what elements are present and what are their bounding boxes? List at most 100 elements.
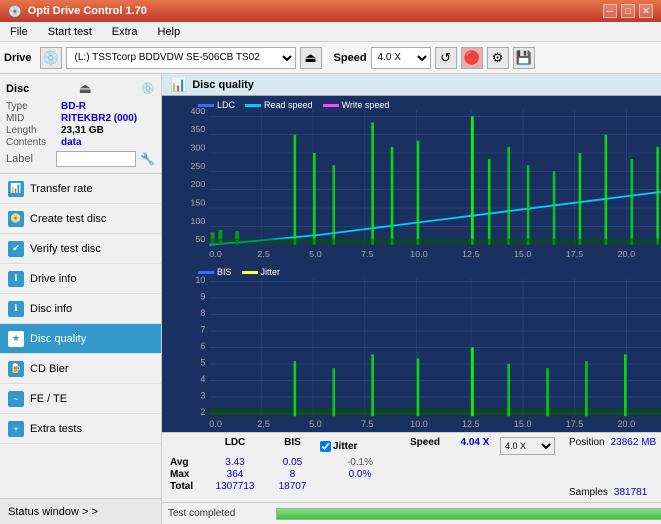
titlebar-controls[interactable]: ─ □ ✕ [603, 4, 653, 18]
speed-select[interactable]: 4.0 X [371, 47, 431, 69]
sidebar-item-extra-tests[interactable]: + Extra tests [0, 414, 161, 444]
stats-col-ldc: LDC [205, 437, 265, 455]
sidebar-label-drive-info: Drive info [30, 273, 76, 285]
legend-readspeed-color [245, 104, 261, 107]
stats-total-bis: 18707 [265, 481, 320, 492]
stats-col-speed-val: 4.04 X [450, 437, 500, 455]
app-icon: 💿 [8, 5, 22, 18]
maximize-button[interactable]: □ [621, 4, 635, 18]
top-chart-legend: LDC Read speed Write speed [194, 98, 393, 112]
drive-select[interactable]: (L:) TSSTcorp BDDVDW SE-506CB TS02 [66, 47, 296, 69]
menu-help[interactable]: Help [151, 24, 186, 40]
disc-mid-row: MID RITEKBR2 (000) [6, 113, 155, 124]
stats-total-row: Total 1307713 18707 [170, 481, 555, 492]
save-button[interactable]: 💾 [513, 47, 535, 69]
toolbar: Drive 💿 (L:) TSSTcorp BDDVDW SE-506CB TS… [0, 42, 661, 74]
content-area: 📊 Disc quality LDC Read speed [162, 74, 661, 524]
stats-max-row: Max 364 8 0.0% [170, 469, 555, 480]
disc-eject-icon[interactable]: ⏏ [79, 80, 92, 97]
svg-text:9: 9 [200, 291, 205, 301]
stats-col-jitter: Jitter [333, 441, 357, 452]
sidebar-item-fe-te[interactable]: ~ FE / TE [0, 384, 161, 414]
svg-text:15.0: 15.0 [514, 249, 532, 259]
stats-max-jitter: 0.0% [320, 469, 400, 480]
sidebar-label-transfer-rate: Transfer rate [30, 183, 93, 195]
disc-mid-label: MID [6, 113, 61, 124]
sidebar-label-create-test-disc: Create test disc [30, 213, 106, 225]
extra-tests-icon: + [8, 421, 24, 437]
status-window-label: Status window > > [8, 506, 98, 518]
progress-bar-inner [277, 509, 661, 519]
legend-jitter-color [242, 271, 258, 274]
sidebar-item-drive-info[interactable]: ℹ Drive info [0, 264, 161, 294]
disc-type-row: Type BD-R [6, 101, 155, 112]
sidebar-label-verify-test-disc: Verify test disc [30, 243, 101, 255]
svg-text:5: 5 [200, 357, 205, 367]
svg-text:6: 6 [200, 341, 205, 351]
progress-bar-outer [276, 508, 661, 520]
svg-text:2.5: 2.5 [257, 419, 270, 429]
legend-ldc: LDC [198, 100, 235, 110]
sidebar-item-disc-info[interactable]: ℹ Disc info [0, 294, 161, 324]
sidebar-item-verify-test-disc[interactable]: ✔ Verify test disc [0, 234, 161, 264]
top-chart-svg: 400 350 300 250 200 150 100 50 18X 16X 1… [164, 98, 661, 263]
svg-text:2: 2 [200, 407, 205, 417]
svg-text:4: 4 [200, 374, 205, 384]
close-button[interactable]: ✕ [639, 4, 653, 18]
disc-label-edit-icon[interactable]: 🔧 [140, 152, 155, 166]
drive-icon: 💿 [40, 47, 62, 69]
refresh-button[interactable]: ↺ [435, 47, 457, 69]
status-window-button[interactable]: Status window > > [0, 498, 161, 524]
burn-button[interactable]: 🔴 [461, 47, 483, 69]
create-test-disc-icon: 📀 [8, 211, 24, 227]
disc-contents-label: Contents [6, 137, 61, 148]
svg-text:17.5: 17.5 [566, 419, 584, 429]
stats-max-ldc: 364 [205, 469, 265, 480]
sidebar-label-fe-te: FE / TE [30, 393, 67, 405]
minimize-button[interactable]: ─ [603, 4, 617, 18]
disc-quality-icon: ★ [8, 331, 24, 347]
disc-length-label: Length [6, 125, 61, 136]
disc-length-value: 23,31 GB [61, 125, 104, 136]
disc-label-row: Label 🔧 [6, 151, 155, 167]
sidebar-item-create-test-disc[interactable]: 📀 Create test disc [0, 204, 161, 234]
stats-avg-jitter: -0.1% [320, 457, 400, 468]
fe-te-icon: ~ [8, 391, 24, 407]
legend-jitter: Jitter [242, 267, 281, 277]
menubar: File Start test Extra Help [0, 22, 661, 42]
stats-avg-ldc: 3.43 [205, 457, 265, 468]
progress-label: Test completed [168, 508, 268, 519]
app-title: Opti Drive Control 1.70 [28, 5, 147, 17]
disc-label-input[interactable] [56, 151, 136, 167]
settings-button[interactable]: ⚙ [487, 47, 509, 69]
stats-samples-value: 381781 [614, 487, 647, 498]
progress-area: Test completed 100.0% 26:42 [162, 502, 661, 524]
sidebar-item-cd-bier[interactable]: 🍺 CD Bier [0, 354, 161, 384]
stats-avg-row: Avg 3.43 0.05 -0.1% [170, 457, 555, 468]
svg-text:12.5: 12.5 [462, 249, 480, 259]
stats-col-speed-label: Speed [400, 437, 450, 455]
sidebar-item-disc-quality[interactable]: ★ Disc quality [0, 324, 161, 354]
legend-bis-color [198, 271, 214, 274]
legend-jitter-label: Jitter [261, 267, 281, 277]
legend-writespeed-label: Write speed [342, 100, 390, 110]
stats-total-label: Total [170, 481, 205, 492]
stats-avg-bis: 0.05 [265, 457, 320, 468]
sidebar-item-transfer-rate[interactable]: 📊 Transfer rate [0, 174, 161, 204]
menu-start-test[interactable]: Start test [42, 24, 98, 40]
eject-button[interactable]: ⏏ [300, 47, 322, 69]
svg-text:150: 150 [190, 198, 205, 208]
svg-text:12.5: 12.5 [462, 419, 480, 429]
bottom-chart: BIS Jitter [164, 265, 661, 430]
stats-speed-select[interactable]: 4.0 X [500, 437, 555, 455]
bottom-chart-legend: BIS Jitter [194, 265, 284, 279]
chart-title: Disc quality [192, 79, 254, 91]
svg-text:10.0: 10.0 [410, 419, 428, 429]
stats-bar: LDC BIS Jitter Speed 4.04 X 4.0 X Avg 3.… [162, 432, 661, 502]
chart-header-icon: 📊 [170, 77, 186, 93]
jitter-checkbox[interactable] [320, 441, 331, 452]
menu-file[interactable]: File [4, 24, 34, 40]
stats-header-row: LDC BIS Jitter Speed 4.04 X 4.0 X [170, 437, 555, 455]
menu-extra[interactable]: Extra [106, 24, 144, 40]
stats-max-bis: 8 [265, 469, 320, 480]
